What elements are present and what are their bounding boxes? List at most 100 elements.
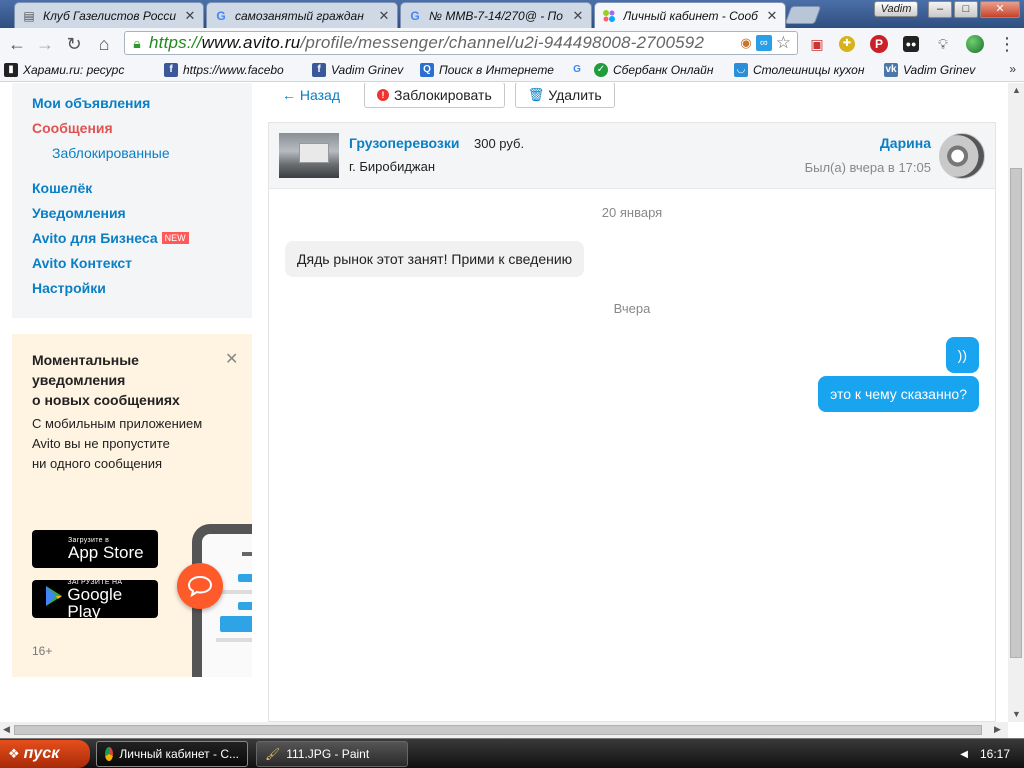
tray-expand-icon[interactable]: ◀: [960, 749, 968, 760]
scroll-up-icon[interactable]: ▲: [1012, 85, 1021, 95]
bookmark-facebook[interactable]: f https://www.facebo: [164, 62, 302, 77]
phone-bar: [220, 616, 252, 632]
scrollbar-thumb[interactable]: [14, 725, 982, 735]
taskbar-item-paint[interactable]: 🖌︎ 111.JPG - Paint: [256, 741, 408, 767]
paint-icon: 🖌︎: [265, 747, 281, 761]
avatar[interactable]: [939, 133, 985, 179]
horizontal-scrollbar[interactable]: ◀ ▶: [0, 722, 1008, 738]
lightbulb-icon[interactable]: 💡︎: [932, 33, 954, 55]
tab-mmv-document[interactable]: G № ММВ-7-14/270@ - По ✕: [400, 2, 592, 28]
ad-city: г. Биробиджан: [349, 159, 436, 174]
bookmark-vadim-facebook[interactable]: f Vadim Grinev: [312, 62, 410, 77]
bookmark-harami[interactable]: ▮ Харами.ru: ресурс: [4, 62, 154, 77]
minimize-button[interactable]: –: [928, 1, 952, 18]
facebook-icon: f: [164, 62, 178, 77]
sidebar-item-notifications[interactable]: Уведомления: [32, 205, 126, 221]
taskbar-item-label: 111.JPG - Paint: [286, 747, 370, 761]
promo-title-line: о новых сообщениях: [32, 392, 180, 408]
scrollbar-thumb[interactable]: [1010, 168, 1022, 658]
scroll-down-icon[interactable]: ▼: [1012, 709, 1021, 719]
promo-body: С мобильным приложением Avito вы не проп…: [32, 414, 222, 474]
globe-icon[interactable]: [964, 33, 986, 55]
profile-badge[interactable]: Vadim: [874, 1, 918, 17]
app-store-big: App Store: [68, 543, 144, 562]
url-host: www.avito.ru: [201, 33, 301, 52]
pinterest-icon[interactable]: P: [868, 33, 890, 55]
sidebar-item-wallet[interactable]: Кошелёк: [32, 180, 92, 196]
bookmark-sberbank[interactable]: ✓ Сбербанк Онлайн: [594, 62, 724, 77]
taskbar-item-label: Личный кабинет - C...: [119, 747, 239, 761]
close-icon[interactable]: ✕: [765, 8, 779, 24]
start-button[interactable]: ❖ пуск: [0, 740, 90, 768]
url-text[interactable]: https://www.avito.ru/profile/messenger/c…: [149, 33, 740, 53]
bookmark-search[interactable]: Q Поиск в Интернете: [420, 62, 560, 77]
sberbank-icon: ✓: [594, 62, 608, 77]
age-rating: 16+: [32, 644, 53, 658]
close-icon[interactable]: ✕: [225, 349, 238, 369]
menu-icon[interactable]: ⋮: [996, 33, 1018, 55]
sidebar-item-business[interactable]: Avito для Бизнеса NEW: [32, 230, 189, 246]
cookie-blocked-icon[interactable]: ◉: [740, 35, 751, 51]
bookmarks-more-icon[interactable]: »: [1009, 62, 1016, 76]
back-link[interactable]: ← Назад: [282, 87, 340, 103]
chat-bubble-icon[interactable]: [177, 563, 223, 609]
sidebar: Мои объявления Сообщения Заблокированные…: [12, 83, 252, 318]
maximize-button[interactable]: □: [954, 1, 978, 18]
reload-icon[interactable]: ↻: [63, 33, 85, 55]
close-icon[interactable]: ✕: [183, 8, 197, 24]
sidebar-item-label: Avito для Бизнеса: [32, 230, 158, 246]
tv-extension-icon[interactable]: ▣: [806, 33, 828, 55]
block-button[interactable]: ! Заблокировать: [364, 83, 505, 108]
ad-thumbnail[interactable]: [279, 133, 339, 178]
clock[interactable]: 16:17: [980, 747, 1010, 761]
home-icon[interactable]: ⌂: [93, 33, 115, 55]
taskbar-item-chrome[interactable]: Личный кабинет - C...: [96, 741, 248, 767]
sidebar-item-blocked[interactable]: Заблокированные: [52, 145, 170, 161]
tab-personal-account[interactable]: Личный кабинет - Сооб ✕: [594, 2, 786, 28]
google-favicon-icon: G: [410, 8, 420, 23]
scroll-left-icon[interactable]: ◀: [3, 724, 10, 735]
phone-bar: [238, 574, 252, 582]
promo-body-line: С мобильным приложением: [32, 416, 203, 431]
address-bar[interactable]: 🔒︎ https://www.avito.ru/profile/messenge…: [124, 31, 798, 55]
bookmark-google[interactable]: G: [570, 63, 584, 77]
tab-gazelist-club[interactable]: ▤ Клуб Газелистов Росси ✕: [14, 2, 204, 28]
google-play-button[interactable]: ЗАГРУЗИТЕ НА Google Play: [32, 579, 158, 620]
tab-label: Клуб Газелистов Росси: [43, 8, 177, 23]
bookmark-label: Сбербанк Онлайн: [613, 62, 714, 77]
delete-button[interactable]: 🗑︎ Удалить: [514, 83, 615, 108]
promo-title-line: уведомления: [32, 372, 126, 388]
sidebar-item-my-ads[interactable]: Мои объявления: [32, 95, 150, 111]
link-icon[interactable]: ∞: [755, 35, 772, 51]
date-separator: Вчера: [613, 301, 651, 316]
back-arrow-icon[interactable]: ←: [6, 33, 28, 55]
ad-title[interactable]: Грузоперевозки: [349, 135, 459, 151]
app-store-button[interactable]: Загрузите в App Store: [32, 530, 158, 568]
sidebar-item-messages[interactable]: Сообщения: [32, 120, 113, 136]
warning-icon: !: [377, 89, 390, 101]
screen-extension-icon[interactable]: ●●: [900, 33, 922, 55]
tab-label: № ММВ-7-14/270@ - По: [429, 8, 563, 23]
bookmark-countertops[interactable]: ◡ Столешницы кухон: [734, 62, 874, 77]
forward-arrow-icon[interactable]: →: [34, 33, 56, 55]
scroll-right-icon[interactable]: ▶: [994, 724, 1001, 735]
chat-toolbar: ← Назад ! Заблокировать 🗑︎ Удалить: [282, 83, 625, 108]
google-favicon-icon: G: [216, 8, 226, 23]
sidebar-item-settings[interactable]: Настройки: [32, 280, 106, 296]
close-icon[interactable]: ✕: [571, 8, 585, 24]
coin-extension-icon[interactable]: ✚: [836, 33, 858, 55]
truck-image: [299, 143, 329, 163]
user-name[interactable]: Дарина: [880, 135, 931, 151]
close-icon[interactable]: ✕: [377, 8, 391, 24]
start-label: пуск: [23, 745, 60, 762]
tab-self-employed[interactable]: G самозанятый граждан ✕: [206, 2, 398, 28]
new-tab-button[interactable]: [784, 6, 822, 24]
sidebar-item-context[interactable]: Avito Контекст: [32, 255, 132, 271]
bookmark-vadim-vk[interactable]: vk Vadim Grinev: [884, 62, 980, 77]
vk-icon: vk: [884, 62, 898, 77]
chrome-icon: [105, 747, 114, 761]
close-window-button[interactable]: ✕: [980, 1, 1020, 18]
bookmark-star-icon[interactable]: ☆: [776, 33, 791, 53]
vertical-scrollbar[interactable]: ▲ ▼: [1008, 83, 1024, 722]
bookmark-label: Столешницы кухон: [753, 62, 865, 77]
